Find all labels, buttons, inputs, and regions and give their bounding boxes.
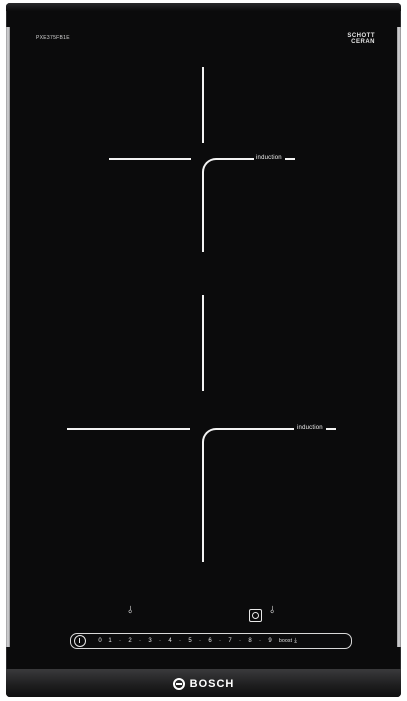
zone1-label[interactable]: induction (256, 155, 282, 161)
zone1-corner-marking (202, 158, 254, 252)
brand-name: BOSCH (189, 678, 235, 690)
power-level-4[interactable]: 4 (165, 638, 175, 644)
zone2-label[interactable]: induction (297, 425, 323, 431)
frame-bottom: BOSCH (6, 669, 401, 697)
zone2-corner-marking (202, 428, 294, 562)
bosch-logo-icon (172, 678, 185, 690)
model-label: PXE375FB1E (36, 35, 70, 41)
power-level-9[interactable]: 9 (265, 638, 275, 644)
frame-left (6, 27, 10, 647)
induction-cooktop: PXE375FB1E SCHOTT CERAN induction induct… (6, 3, 401, 697)
timer-icon[interactable] (249, 609, 262, 622)
power-level-6[interactable]: 6 (205, 638, 215, 644)
zone1-horizontal-left (109, 158, 191, 160)
power-level-0[interactable]: 0 (95, 638, 105, 644)
frame-top (6, 3, 401, 11)
separator-dot: · (219, 638, 221, 644)
zone2-horizontal-left (67, 428, 190, 430)
zone1-label-dash (285, 158, 295, 160)
zone1-vertical-top (202, 67, 204, 143)
separator-dot: · (159, 638, 161, 644)
zone1-select-icon[interactable]: ⫰ (128, 606, 132, 616)
separator-dot: · (239, 638, 241, 644)
power-scale[interactable]: 0 1 · 2 · 3 · 4 · 5 · 6 · 7 · 8 · 9 boos… (95, 634, 297, 648)
zone2-select-icon[interactable]: ⫰ (270, 606, 274, 616)
power-slider[interactable]: 0 1 · 2 · 3 · 4 · 5 · 6 · 7 · 8 · 9 boos… (70, 633, 352, 649)
separator-dot: · (199, 638, 201, 644)
schott-ceran-logo: SCHOTT CERAN (347, 33, 375, 45)
separator-dot: · (139, 638, 141, 644)
zone2-vertical-top (202, 295, 204, 391)
separator-dot: · (259, 638, 261, 644)
brand-badge: BOSCH (6, 678, 401, 690)
schott-line2: CERAN (351, 39, 375, 45)
power-level-7[interactable]: 7 (225, 638, 235, 644)
frame-right (397, 27, 401, 647)
boost-label[interactable]: boost (279, 638, 292, 644)
power-level-2[interactable]: 2 (125, 638, 135, 644)
power-level-1[interactable]: 1 (105, 638, 115, 644)
power-level-8[interactable]: 8 (245, 638, 255, 644)
separator-dot: · (179, 638, 181, 644)
power-level-5[interactable]: 5 (185, 638, 195, 644)
separator-dot: · (119, 638, 121, 644)
power-level-3[interactable]: 3 (145, 638, 155, 644)
boost-icon[interactable]: ⤓ (294, 638, 297, 645)
power-icon[interactable] (74, 635, 86, 647)
zone2-label-dash (326, 428, 336, 430)
